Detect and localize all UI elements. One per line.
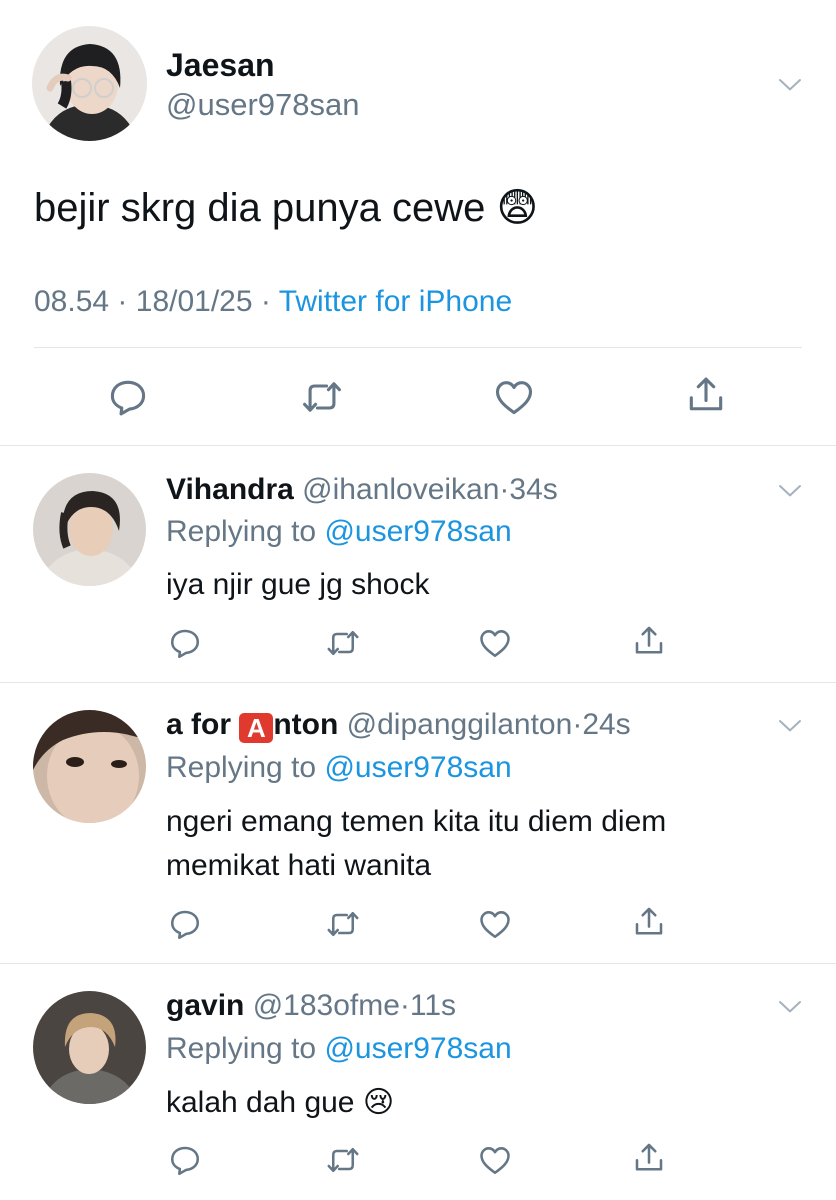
share-icon[interactable] [631,623,667,659]
reply-time: 34s [509,473,558,506]
chevron-down-icon[interactable] [775,992,805,1022]
name-suffix: nton [273,708,339,741]
tweet-source-link[interactable]: Twitter for iPhone [279,285,512,318]
replying-to-label: Replying to [166,515,317,548]
inner-divider [34,347,802,348]
author-name[interactable]: Jaesan [166,46,275,84]
author-handle[interactable]: @user978san [166,86,359,124]
chevron-down-icon[interactable] [775,70,805,100]
share-icon[interactable] [631,1140,667,1176]
tweet-meta: 08.54 · 18/01/25 · Twitter for iPhone [34,284,512,320]
reply-author-name[interactable]: Vihandra [166,473,294,506]
share-icon[interactable] [684,373,728,417]
meta-separator: · [399,989,410,1022]
reply-icon[interactable] [106,375,150,419]
reply-text: iya njir gue jg shock [166,568,430,601]
reply-icon[interactable] [167,906,203,942]
like-icon[interactable] [477,625,513,661]
chevron-down-icon[interactable] [775,476,805,506]
meta-separator: · [572,708,583,741]
reply-icon[interactable] [167,1142,203,1178]
a-badge-icon: A [239,713,274,743]
reply-text: kalah dah gue [166,1086,355,1119]
tweet-text-row: bejir skrg dia punya cewe 😨 [34,183,538,233]
like-icon[interactable] [477,906,513,942]
reply-text-line: ngeri emang temen kita itu diem diem [166,805,667,838]
tweet-divider [0,445,836,446]
avatar[interactable] [33,710,146,823]
name-prefix: a for [166,708,232,741]
reply-time: 11s [409,989,457,1022]
tweet-text: bejir skrg dia punya cewe [34,186,486,230]
replying-to-handle[interactable]: @user978san [324,1032,511,1065]
like-icon[interactable] [492,375,536,419]
meta-separator: · [499,473,510,506]
retweet-icon[interactable] [325,906,361,942]
reply-author-handle[interactable]: @ihanloveikan [302,473,499,506]
reply-author-name[interactable]: gavin [166,989,244,1022]
replying-to-handle[interactable]: @user978san [324,515,511,548]
reply-author-handle[interactable]: @183ofme [253,989,400,1022]
retweet-icon[interactable] [300,375,344,419]
reply-author-name[interactable]: a for Anton [166,708,339,743]
tweet-date: 18/01/25 [135,285,253,318]
reply-time: 24s [582,708,631,741]
meta-separator: · [117,285,128,318]
avatar[interactable] [32,26,147,141]
meta-separator: · [260,285,271,318]
fearful-emoji-icon: 😨 [496,186,539,230]
replying-to-handle[interactable]: @user978san [324,751,511,784]
reply-text-line: memikat hati wanita [166,849,432,882]
crying-emoji-icon: 😢 [362,1086,395,1119]
replying-to: Replying to @user978san [166,514,512,550]
avatar[interactable] [33,991,146,1104]
reply-text-row: kalah dah gue 😢 [166,1083,394,1123]
retweet-icon[interactable] [325,1142,361,1178]
reply-author-handle[interactable]: @dipanggilanton [347,708,573,741]
tweet-divider [0,963,836,964]
reply-icon[interactable] [167,625,203,661]
reply-header: a for Anton @dipanggilanton·24s [166,707,631,743]
avatar[interactable] [33,473,146,586]
share-icon[interactable] [631,904,667,940]
replying-to-label: Replying to [166,751,317,784]
chevron-down-icon[interactable] [775,711,805,741]
reply-header: gavin @183ofme·11s [166,988,456,1024]
replying-to: Replying to @user978san [166,750,512,786]
reply-header: Vihandra @ihanloveikan·34s [166,472,558,508]
tweet-divider [0,682,836,683]
like-icon[interactable] [477,1142,513,1178]
replying-to: Replying to @user978san [166,1031,512,1067]
retweet-icon[interactable] [325,625,361,661]
replying-to-label: Replying to [166,1032,317,1065]
tweet-time: 08.54 [34,285,110,318]
